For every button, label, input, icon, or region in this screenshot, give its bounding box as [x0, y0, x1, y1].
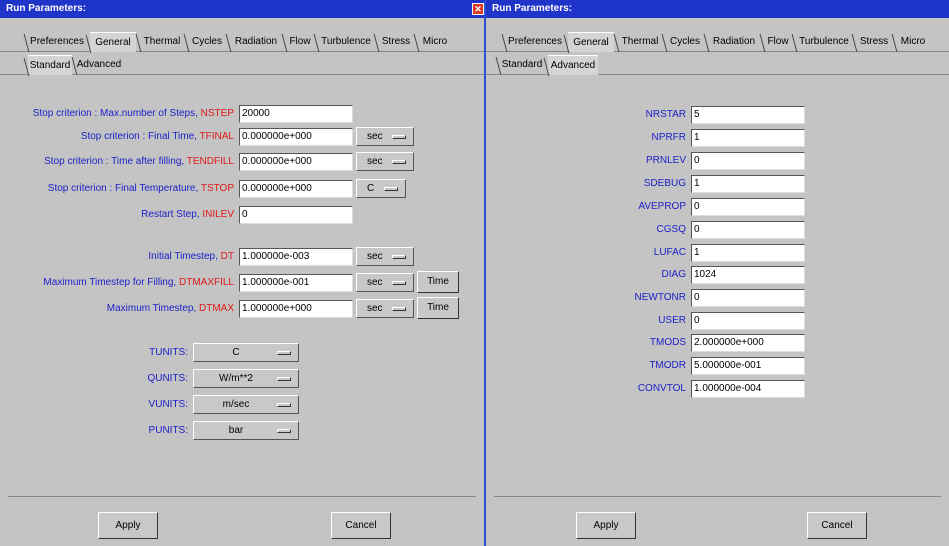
tfinal-field[interactable]: 0.000000e+000 — [239, 128, 353, 146]
tab-thermal[interactable]: Thermal — [140, 32, 184, 52]
dtmax-field[interactable]: 1.000000e+000 — [239, 300, 353, 318]
lufac-field[interactable]: 1 — [691, 244, 805, 262]
convtol-label: CONVTOL — [637, 383, 686, 394]
dtmaxfill-field[interactable]: 1.000000e-001 — [239, 274, 353, 292]
tab-flow[interactable]: Flow — [764, 32, 792, 52]
sdebug-field[interactable]: 1 — [691, 175, 805, 193]
sdebug-label: SDEBUG — [643, 178, 686, 189]
button-bar — [8, 496, 476, 542]
newtonr-field[interactable]: 0 — [691, 289, 805, 307]
dtmaxfill-unit-select[interactable]: sec — [356, 273, 414, 292]
punits-select[interactable]: bar — [193, 421, 299, 440]
tab-flow[interactable]: Flow — [286, 32, 314, 52]
nprfr-label: NPRFR — [651, 132, 686, 143]
tab-micro[interactable]: Micro — [896, 32, 930, 52]
subtab-standard[interactable]: Standard — [500, 55, 544, 75]
aveprop-label: AVEPROP — [638, 201, 686, 212]
tfinal-unit-select[interactable]: sec — [356, 127, 414, 146]
tab-turbulence[interactable]: Turbulence — [796, 32, 852, 52]
tendfill-field[interactable]: 0.000000e+000 — [239, 153, 353, 171]
window-title: Run Parameters: — [0, 0, 484, 18]
prnlev-field[interactable]: 0 — [691, 152, 805, 170]
run-parameters-window-left: Run Parameters: Preferences General Ther… — [0, 0, 484, 546]
vunits-label: VUNITS: — [148, 399, 188, 410]
tab-turbulence[interactable]: Turbulence — [318, 32, 374, 52]
newtonr-label: NEWTONR — [634, 292, 686, 303]
main-tabs: Preferences General Thermal Cycles Radia… — [486, 32, 949, 52]
tstop-label: Stop criterion : Final Temperature, TSTO… — [47, 183, 234, 194]
close-icon[interactable]: ✕ — [472, 3, 484, 15]
subtab-advanced[interactable]: Advanced — [548, 55, 598, 75]
inilev-label: Restart Step, INILEV — [141, 209, 234, 220]
lufac-label: LUFAC — [653, 247, 686, 258]
tmodr-field[interactable]: 5.000000e-001 — [691, 357, 805, 375]
tab-radiation[interactable]: Radiation — [708, 32, 760, 52]
main-tabs: Preferences General Thermal Cycles Radia… — [0, 32, 484, 52]
punits-label: PUNITS: — [148, 425, 188, 436]
tab-radiation[interactable]: Radiation — [230, 32, 282, 52]
tab-general[interactable]: General — [568, 32, 614, 52]
tstop-unit-select[interactable]: C — [356, 179, 406, 198]
tendfill-unit-select[interactable]: sec — [356, 152, 414, 171]
tab-general[interactable]: General — [90, 32, 136, 52]
nrstar-field[interactable]: 5 — [691, 106, 805, 124]
tmods-label: TMODS — [649, 337, 686, 348]
nstep-field[interactable]: 20000 — [239, 105, 353, 123]
tab-preferences[interactable]: Preferences — [28, 32, 86, 52]
cgsq-label: CGSQ — [656, 224, 686, 235]
dt-unit-select[interactable]: sec — [356, 247, 414, 266]
tstop-field[interactable]: 0.000000e+000 — [239, 180, 353, 198]
run-parameters-window-right: ✕ Run Parameters: Preferences General Th… — [472, 0, 949, 546]
diag-label: DIAG — [661, 269, 686, 280]
tab-preferences[interactable]: Preferences — [506, 32, 564, 52]
user-label: USER — [658, 315, 686, 326]
qunits-label: QUNITS: — [147, 373, 188, 384]
user-field[interactable]: 0 — [691, 312, 805, 330]
convtol-field[interactable]: 1.000000e-004 — [691, 380, 805, 398]
cgsq-field[interactable]: 0 — [691, 221, 805, 239]
nrstar-label: NRSTAR — [645, 109, 686, 120]
tunits-select[interactable]: C — [193, 343, 299, 362]
apply-button[interactable]: Apply — [98, 512, 158, 539]
diag-field[interactable]: 1024 — [691, 266, 805, 284]
tab-cycles[interactable]: Cycles — [666, 32, 704, 52]
tab-stress[interactable]: Stress — [378, 32, 414, 52]
subtab-advanced[interactable]: Advanced — [76, 55, 122, 75]
tfinal-label: Stop criterion : Final Time, TFINAL — [80, 131, 234, 142]
dt-field[interactable]: 1.000000e-003 — [239, 248, 353, 266]
tmodr-label: TMODR — [649, 360, 686, 371]
dtmax-label: Maximum Timestep, DTMAX — [106, 303, 234, 314]
tab-micro[interactable]: Micro — [418, 32, 452, 52]
nstep-label: Stop criterion : Max.number of Steps, NS… — [32, 108, 234, 119]
qunits-select[interactable]: W/m**2 — [193, 369, 299, 388]
aveprop-field[interactable]: 0 — [691, 198, 805, 216]
tmods-field[interactable]: 2.000000e+000 — [691, 334, 805, 352]
dtmaxfill-label: Maximum Timestep for Filling, DTMAXFILL — [43, 277, 234, 288]
tab-stress[interactable]: Stress — [856, 32, 892, 52]
dt-label: Initial Timestep, DT — [148, 251, 234, 262]
inilev-field[interactable]: 0 — [239, 206, 353, 224]
sub-tabs: Standard Advanced — [486, 55, 949, 75]
window-title: ✕ Run Parameters: — [472, 0, 949, 18]
sub-tabs: Standard Advanced — [0, 55, 484, 75]
tendfill-label: Stop criterion : Time after filling, TEN… — [44, 156, 234, 167]
dtmax-time-button[interactable]: Time — [417, 297, 459, 319]
cancel-button[interactable]: Cancel — [807, 512, 867, 539]
tab-thermal[interactable]: Thermal — [618, 32, 662, 52]
subtab-standard[interactable]: Standard — [28, 55, 72, 75]
vunits-select[interactable]: m/sec — [193, 395, 299, 414]
dtmaxfill-time-button[interactable]: Time — [417, 271, 459, 293]
tab-cycles[interactable]: Cycles — [188, 32, 226, 52]
dtmax-unit-select[interactable]: sec — [356, 299, 414, 318]
button-bar — [494, 496, 941, 542]
cancel-button[interactable]: Cancel — [331, 512, 391, 539]
tunits-label: TUNITS: — [149, 347, 188, 358]
prnlev-label: PRNLEV — [645, 155, 686, 166]
apply-button[interactable]: Apply — [576, 512, 636, 539]
nprfr-field[interactable]: 1 — [691, 129, 805, 147]
